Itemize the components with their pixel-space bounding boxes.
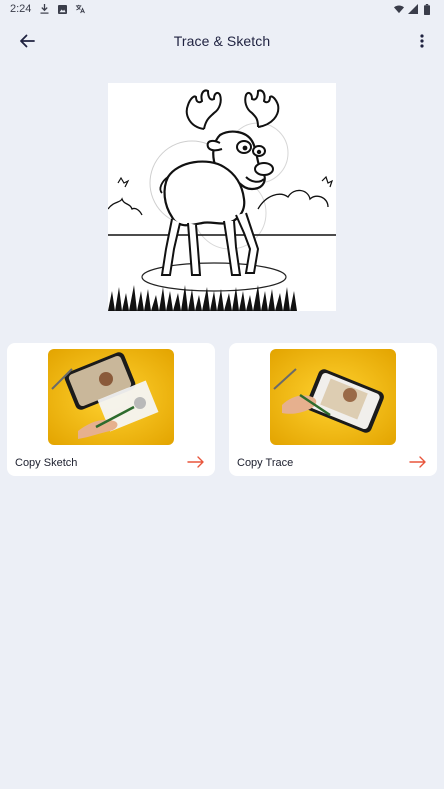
status-right [394, 3, 432, 15]
sketch-preview-image [108, 83, 336, 311]
action-cards: Copy Sketch Copy Trace [7, 343, 437, 476]
copy-sketch-card[interactable]: Copy Sketch [7, 343, 215, 476]
arrow-left-icon [20, 34, 35, 48]
moose-drawing [108, 89, 336, 311]
image-icon [57, 4, 67, 14]
status-bar: 2:24 [0, 0, 444, 18]
app-bar: Trace & Sketch [0, 18, 444, 64]
download-icon [39, 4, 49, 14]
signal-icon [408, 4, 418, 14]
back-button[interactable] [14, 28, 40, 54]
arrow-right-icon [187, 456, 204, 468]
battery-icon [422, 3, 432, 15]
copy-trace-card[interactable]: Copy Trace [229, 343, 437, 476]
status-left: 2:24 [10, 3, 86, 15]
copy-sketch-label: Copy Sketch [15, 457, 78, 469]
copy-sketch-thumbnail [48, 349, 174, 445]
copy-trace-thumbnail [270, 349, 396, 445]
page-title: Trace & Sketch [173, 33, 271, 49]
translate-icon [75, 4, 86, 14]
arrow-right-icon [409, 456, 426, 468]
status-time: 2:24 [10, 3, 32, 15]
copy-trace-label: Copy Trace [237, 457, 294, 469]
more-vert-icon [420, 34, 424, 48]
more-options-button[interactable] [412, 28, 432, 54]
wifi-icon [394, 4, 404, 14]
